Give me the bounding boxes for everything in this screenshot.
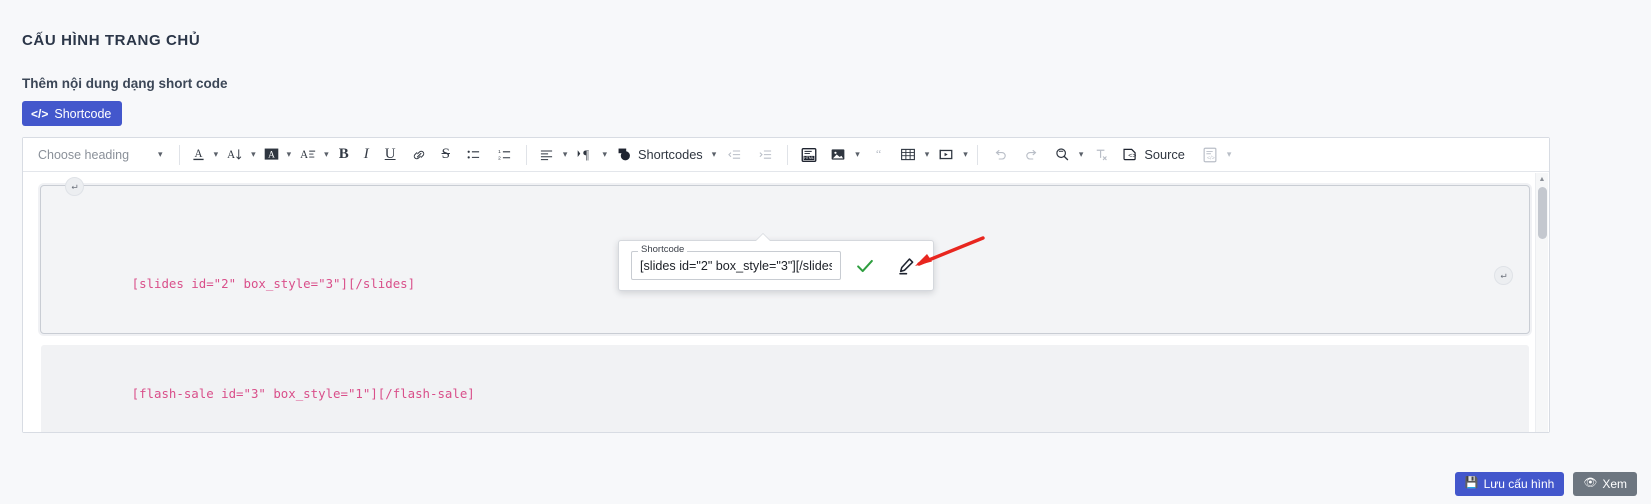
svg-text:A: A [300, 149, 308, 161]
chevron-down-icon: ▾ [158, 149, 163, 159]
chevron-down-icon[interactable]: ▾ [922, 150, 933, 159]
svg-text:¶: ¶ [584, 148, 590, 162]
text-direction-icon[interactable]: ¶ [570, 142, 599, 168]
chevron-down-icon[interactable]: ▾ [852, 150, 863, 159]
save-config-button[interactable]: 💾 Lưu cấu hình [1454, 471, 1565, 496]
font-color-icon[interactable]: A [186, 142, 211, 168]
source-button[interactable]: <> Source [1116, 142, 1190, 168]
scrollbar-thumb[interactable] [1538, 187, 1547, 239]
insert-paragraph-after-icon[interactable]: ↵ [1494, 266, 1513, 285]
editor-scrollbar[interactable]: ▲ [1535, 173, 1548, 432]
svg-text:A: A [268, 150, 275, 160]
font-size-icon[interactable]: A [221, 142, 248, 168]
code-block-icon[interactable]: </> [1196, 142, 1224, 168]
italic-icon[interactable]: I [356, 142, 377, 168]
chevron-down-icon[interactable]: ▾ [284, 150, 295, 159]
chevron-down-icon[interactable]: ▾ [709, 150, 720, 159]
chevron-down-icon[interactable]: ▾ [599, 150, 610, 159]
toolbar-divider [525, 144, 527, 165]
svg-text:HTML: HTML [804, 156, 814, 160]
shortcode-edit-button[interactable] [890, 249, 923, 283]
scroll-up-button[interactable]: ▲ [1536, 173, 1548, 186]
shortcode-save-button[interactable] [849, 249, 882, 283]
text-align-icon[interactable] [533, 142, 560, 168]
heading-dropdown-label: Choose heading [38, 147, 130, 162]
html-embed-icon[interactable]: HTML [794, 142, 824, 168]
remove-format-icon[interactable] [1086, 142, 1116, 168]
toolbar-divider [178, 144, 180, 165]
save-config-label: Lưu cấu hình [1483, 476, 1555, 491]
svg-text:A: A [194, 148, 202, 160]
svg-text:A: A [227, 149, 235, 161]
chevron-down-icon[interactable]: ▾ [960, 150, 971, 159]
view-button[interactable]: 👁 Xem [1573, 471, 1637, 496]
svg-text:“: “ [876, 147, 881, 161]
find-replace-icon[interactable] [1048, 142, 1076, 168]
table-icon[interactable] [894, 142, 922, 168]
toolbar-divider [787, 144, 789, 165]
insert-paragraph-before-icon[interactable]: ↵ [65, 177, 84, 196]
chevron-down-icon[interactable]: ▾ [211, 150, 222, 159]
view-button-label: Xem [1602, 476, 1627, 491]
shortcode-edit-balloon: Shortcode [618, 233, 934, 291]
decrease-indent-icon[interactable] [719, 142, 750, 168]
strikethrough-icon[interactable]: S [434, 142, 458, 168]
media-embed-icon[interactable] [932, 142, 960, 168]
page-root: CẤU HÌNH TRANG CHỦ Thêm nội dung dạng sh… [0, 0, 1651, 504]
redo-icon[interactable] [1016, 142, 1048, 168]
bold-icon[interactable]: B [332, 142, 356, 168]
bulleted-list-icon[interactable] [458, 142, 489, 168]
editor-document: ↵ ↵ [slides id="2" box_style="3"][/slide… [23, 172, 1549, 432]
shortcode-block-text: [flash-sale id="3" box_style="1"][/flash… [131, 386, 475, 402]
add-shortcode-button[interactable]: </> Shortcode [22, 101, 123, 126]
chevron-down-icon[interactable]: ▾ [321, 150, 332, 159]
svg-text:</>: </> [1207, 155, 1215, 161]
image-icon[interactable] [824, 142, 852, 168]
editor-toolbar: Choose heading ▾ A ▾ A ▾ A ▾ A ▾ B I U S… [23, 138, 1549, 172]
toolbar-divider [976, 144, 978, 165]
undo-icon[interactable] [984, 142, 1016, 168]
chevron-down-icon[interactable]: ▾ [560, 150, 571, 159]
shortcode-block-text: [slides id="2" box_style="3"][/slides] [131, 275, 416, 291]
eye-icon: 👁 [1583, 477, 1598, 489]
shortcode-field[interactable]: Shortcode [631, 245, 841, 280]
underline-icon[interactable]: U [377, 142, 404, 168]
chevron-down-icon[interactable]: ▾ [248, 150, 259, 159]
shortcodes-label: Shortcodes [637, 147, 703, 162]
heading-dropdown[interactable]: Choose heading ▾ [29, 142, 173, 168]
floppy-disk-icon: 💾 [1464, 477, 1479, 489]
numbered-list-icon[interactable]: 12 [489, 142, 520, 168]
svg-text:1: 1 [498, 149, 501, 155]
font-family-icon[interactable]: A [294, 142, 321, 168]
source-label: Source [1144, 147, 1185, 162]
svg-text:<>: <> [1129, 152, 1137, 159]
shortcode-block-flash-sale[interactable]: [flash-sale id="3" box_style="1"][/flash… [41, 344, 1529, 432]
shortcode-field-legend: Shortcode [638, 245, 688, 255]
shortcode-input[interactable] [638, 257, 834, 274]
editor-content-area[interactable]: ↵ ↵ [slides id="2" box_style="3"][/slide… [23, 172, 1549, 432]
page-title: CẤU HÌNH TRANG CHỦ [22, 32, 201, 49]
chevron-down-icon[interactable]: ▾ [1076, 150, 1087, 159]
code-icon: </> [31, 106, 49, 121]
section-subtitle: Thêm nội dung dạng short code [22, 76, 228, 91]
font-background-color-icon[interactable]: A [259, 142, 284, 168]
shortcodes-button[interactable]: Shortcodes [610, 142, 709, 168]
increase-indent-icon[interactable] [750, 142, 781, 168]
chevron-down-icon[interactable]: ▾ [1224, 150, 1235, 159]
link-icon[interactable] [404, 142, 434, 168]
svg-text:2: 2 [498, 155, 501, 161]
add-shortcode-button-label: Shortcode [54, 106, 112, 121]
bottom-action-bar: 💾 Lưu cấu hình 👁 Xem [0, 463, 1651, 504]
block-quote-icon[interactable]: “ [863, 142, 894, 168]
